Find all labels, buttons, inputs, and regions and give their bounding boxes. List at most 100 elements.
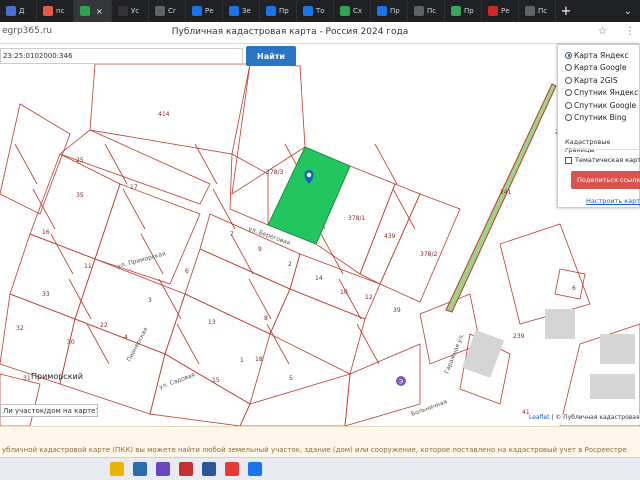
layer-option[interactable]: Карта 2GIS <box>558 74 639 87</box>
browser-tab[interactable]: Ре <box>186 0 223 22</box>
thematic-map-checkbox[interactable]: Тематическая карта <box>565 156 640 164</box>
layer-option[interactable]: Спутник Яндекс <box>558 87 639 100</box>
layer-option[interactable]: Спутник Google <box>558 99 639 112</box>
layer-option[interactable]: Карта Яндекс <box>558 49 639 62</box>
page-title: Публичная кадастровая карта - Россия 202… <box>171 27 409 37</box>
parcel-number-label: 35 <box>76 192 84 199</box>
divider <box>563 149 640 150</box>
setup-map-link[interactable]: Настроить карту <box>586 197 640 205</box>
checkbox-box[interactable] <box>565 156 572 164</box>
parcel-boundary[interactable] <box>0 293 76 385</box>
parcel-boundary[interactable] <box>289 253 381 320</box>
report-question-button[interactable]: Ли участок/дом на карте? <box>0 404 98 417</box>
parcel-number-label: 1 <box>240 357 244 364</box>
browser-tab[interactable]: Пр <box>371 0 408 22</box>
parcel-subdivision-line <box>158 278 182 320</box>
parcel-number-label: 4 <box>124 334 128 341</box>
browser-tab[interactable]: пс <box>37 0 74 22</box>
browser-tab[interactable]: Пр <box>260 0 297 22</box>
radio-button[interactable] <box>565 89 572 97</box>
tab-favicon-icon <box>525 6 535 16</box>
map-canvas[interactable]: 414378/3378/1439378/22516177961114210123… <box>0 44 640 426</box>
tab-close-icon[interactable]: × <box>96 7 103 16</box>
radio-button[interactable] <box>565 51 572 59</box>
window-icon[interactable] <box>133 462 147 476</box>
word-icon[interactable] <box>202 462 216 476</box>
window-control-icon[interactable]: ⌄ <box>624 6 640 17</box>
layer-option-label: Карта 2GIS <box>574 75 618 85</box>
find-button[interactable]: Найти <box>246 46 296 66</box>
page-description-text: убличной кадастровой карте (ПКК) вы може… <box>0 426 640 457</box>
selected-parcel[interactable] <box>267 146 351 245</box>
new-tab-button[interactable]: + <box>556 4 576 19</box>
browser-tab[interactable]: Cr <box>149 0 186 22</box>
tab-favicon-icon <box>192 6 202 16</box>
parcel-subdivision-line <box>86 323 110 365</box>
yandex-icon[interactable] <box>225 462 239 476</box>
menu-dots-icon[interactable]: ⋮ <box>625 26 635 37</box>
browser-tab[interactable]: × <box>74 0 112 22</box>
map-attribution: Leaflet | © Публичная кадастровая <box>527 414 640 425</box>
cadastral-number-input[interactable]: 23:25:0102000:346 <box>0 48 243 64</box>
browser-tab[interactable]: Ус <box>112 0 149 22</box>
radio-button[interactable] <box>565 76 572 84</box>
address-bar: egrp365.ru Публичная кадастровая карта -… <box>0 22 640 44</box>
layer-option[interactable]: Карта Google <box>558 62 639 75</box>
parcel-boundary[interactable] <box>9 233 96 320</box>
cadastral-map[interactable]: 414 378/3 378/1 439 378/2 25 16 17 7 9 6 11 14 2 10 12 3… <box>0 44 640 426</box>
browser-tab[interactable]: Ре <box>482 0 519 22</box>
tab-label: Cr <box>168 7 176 15</box>
parcel-number-label: 16 <box>42 229 50 236</box>
browser-tab[interactable]: Пр <box>445 0 482 22</box>
parcel-number-label: 9 <box>258 246 262 253</box>
tab-label: Пс <box>538 7 548 15</box>
parcel-boundary[interactable] <box>164 293 271 405</box>
tab-label: Ре <box>501 7 510 15</box>
leaflet-link[interactable]: Leaflet <box>529 414 549 421</box>
edge-icon[interactable] <box>248 462 262 476</box>
parcel-number-label: 32 <box>16 325 24 332</box>
browser-tab[interactable]: Пс <box>519 0 556 22</box>
parcel-boundary[interactable] <box>379 193 461 303</box>
tab-favicon-icon <box>80 6 90 16</box>
layer-option-label: Карта Яндекс <box>574 50 629 60</box>
parcel-boundary[interactable] <box>344 343 421 426</box>
parcel-boundary[interactable] <box>59 318 166 415</box>
bookmark-star-icon[interactable]: ☆ <box>598 26 607 37</box>
browser-tab[interactable]: Д <box>0 0 37 22</box>
share-link-button[interactable]: Поделиться ссылкой <box>571 171 640 189</box>
layer-option-label: Спутник Google <box>574 100 637 110</box>
powerpoint-icon[interactable] <box>179 462 193 476</box>
green-road-strip <box>445 83 557 313</box>
browser-tab[interactable]: Пс <box>408 0 445 22</box>
parcel-boundary[interactable] <box>74 258 186 355</box>
parcel-subdivision-line <box>356 323 380 365</box>
radio-button[interactable] <box>565 114 572 122</box>
building <box>600 334 635 364</box>
parcel-number-label: 378/3 <box>266 169 283 176</box>
tab-favicon-icon <box>118 6 128 16</box>
parcel-boundary[interactable] <box>29 153 121 260</box>
browser-tab[interactable]: Сх <box>334 0 371 22</box>
street-name-label: Пионерская <box>126 326 150 363</box>
parcel-boundary[interactable] <box>269 288 366 375</box>
tab-favicon-icon <box>229 6 239 16</box>
poi-marker-icon[interactable]: Э <box>396 376 406 386</box>
explorer-icon[interactable] <box>110 462 124 476</box>
radio-button[interactable] <box>565 101 572 109</box>
parcel-boundary[interactable] <box>0 373 41 426</box>
parcel-boundary[interactable] <box>0 103 71 215</box>
browser-tab[interactable]: Зе <box>223 0 260 22</box>
parcel-boundary[interactable] <box>184 248 291 335</box>
parcel-boundary[interactable] <box>554 268 586 300</box>
parcel-boundary[interactable] <box>149 353 251 426</box>
media-icon[interactable] <box>156 462 170 476</box>
radio-button[interactable] <box>565 64 572 72</box>
tab-label: Ре <box>205 7 214 15</box>
layer-option[interactable]: Спутник Bing <box>558 112 639 125</box>
tab-favicon-icon <box>377 6 387 16</box>
tab-label: Зе <box>242 7 251 15</box>
tab-label: пс <box>56 7 65 15</box>
parcel-number-label: 10 <box>340 289 348 296</box>
browser-tab[interactable]: То <box>297 0 334 22</box>
